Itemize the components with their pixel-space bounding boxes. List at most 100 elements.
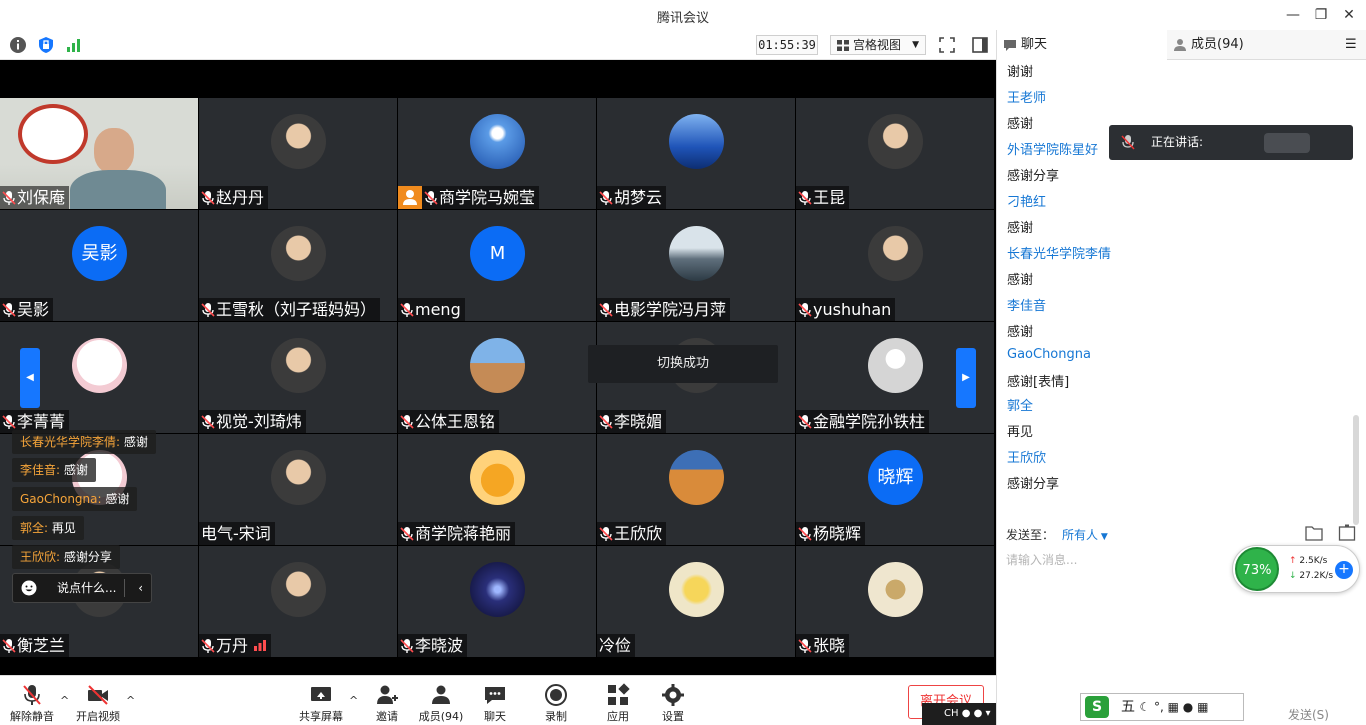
- participant-name-text: 冷俭: [599, 636, 632, 655]
- chat-message-text: 感谢分享: [1007, 477, 1060, 492]
- panel-tabs: 聊天 成员(94) ☰: [997, 30, 1366, 60]
- participant-tile[interactable]: 王昆: [796, 98, 994, 209]
- quick-chat-input[interactable]: 说点什么... ‹: [12, 573, 152, 603]
- send-to-target[interactable]: 所有人: [1062, 528, 1098, 542]
- sidebar-toggle-icon[interactable]: [971, 36, 989, 54]
- participant-tile[interactable]: 李晓波: [398, 546, 596, 657]
- participant-tile[interactable]: 胡梦云: [597, 98, 795, 209]
- video-label: 开启视频: [76, 710, 120, 723]
- bubble-sender: 长春光华学院李倩:: [20, 435, 121, 449]
- participant-tile[interactable]: 万丹: [199, 546, 397, 657]
- participant-name: yushuhan: [796, 298, 896, 321]
- ime-toolbar[interactable]: S 五 ☾ °, ▦ ● ▦: [1080, 693, 1244, 721]
- signal-strength-icon[interactable]: [65, 36, 83, 54]
- emoji-icon[interactable]: [21, 580, 37, 596]
- participant-tile[interactable]: 王雪秋（刘子瑶妈妈）: [199, 210, 397, 321]
- bubble-text: 感谢: [60, 463, 88, 477]
- network-monitor-widget[interactable]: 73% ↑ 2.5K/s ↓ 27.2K/s +: [1232, 545, 1360, 593]
- participant-tile[interactable]: 王欣欣: [597, 434, 795, 545]
- network-percent: 73%: [1235, 547, 1279, 591]
- record-button[interactable]: 录制: [526, 676, 586, 725]
- chat-sender-name[interactable]: 王老师: [1007, 87, 1046, 106]
- participant-tile[interactable]: 公体王恩铭: [398, 322, 596, 433]
- folder-icon[interactable]: [1305, 525, 1323, 541]
- participant-avatar: [271, 226, 326, 281]
- apps-button[interactable]: 应用: [588, 676, 648, 725]
- participant-tile[interactable]: 电气-宋词: [199, 434, 397, 545]
- chat-sender-name[interactable]: 李佳音: [1007, 295, 1046, 314]
- mic-muted-icon: [798, 415, 812, 429]
- chat-message-text: 感谢: [1007, 325, 1034, 340]
- tab-chat[interactable]: 聊天: [997, 30, 1167, 60]
- mic-muted-icon: [23, 685, 41, 705]
- invite-button[interactable]: 邀请: [357, 676, 417, 725]
- participant-tile[interactable]: 商学院蒋艳丽: [398, 434, 596, 545]
- view-mode-dropdown[interactable]: 宫格视图 ▼: [830, 35, 926, 55]
- ime-mode[interactable]: 五: [1121, 699, 1135, 715]
- participant-tile[interactable]: 冷俭: [597, 546, 795, 657]
- participant-name-text: 李晓波: [415, 636, 464, 655]
- info-icon[interactable]: [9, 36, 27, 54]
- minimize-icon[interactable]: —: [1284, 6, 1302, 24]
- next-page-button[interactable]: ▶: [956, 348, 976, 408]
- participant-tile[interactable]: Mmeng: [398, 210, 596, 321]
- participant-tile[interactable]: 张晓: [796, 546, 994, 657]
- fullscreen-icon[interactable]: [938, 36, 956, 54]
- share-screen-button[interactable]: 共享屏幕: [291, 676, 351, 725]
- participant-name: 王欣欣: [597, 522, 667, 545]
- speaking-indicator: 正在讲话:: [1109, 125, 1353, 160]
- camera-off-icon: [88, 685, 108, 705]
- mic-muted-icon: [424, 191, 438, 205]
- apps-label: 应用: [607, 710, 629, 723]
- members-button[interactable]: 成员(94): [411, 676, 471, 725]
- participant-tile[interactable]: 吴影 吴影: [0, 210, 198, 321]
- chat-sender-name[interactable]: 郭全: [1007, 395, 1033, 414]
- participant-avatar: [470, 338, 525, 393]
- chevron-down-icon: ▼: [912, 40, 919, 50]
- video-options-chevron[interactable]: ^: [126, 694, 135, 707]
- mic-muted-icon: [400, 303, 414, 317]
- chat-sender-name[interactable]: 刁艳红: [1007, 191, 1046, 210]
- invite-label: 邀请: [376, 710, 398, 723]
- chat-bubble: 长春光华学院李倩: 感谢: [12, 430, 156, 454]
- restore-icon[interactable]: ❐: [1312, 6, 1330, 24]
- close-icon[interactable]: ✕: [1340, 6, 1358, 24]
- chat-sender-name[interactable]: 王欣欣: [1007, 447, 1046, 466]
- participant-tile[interactable]: 晓辉 杨晓辉: [796, 434, 994, 545]
- settings-button[interactable]: 设置: [643, 676, 703, 725]
- participant-tile[interactable]: 刘保庵: [0, 98, 198, 209]
- bubble-sender: 郭全:: [20, 521, 49, 535]
- record-icon: [545, 684, 567, 706]
- participant-name-text: 公体王恩铭: [415, 412, 496, 431]
- input-language[interactable]: CH: [944, 708, 959, 719]
- announcement-icon[interactable]: [1338, 524, 1356, 542]
- unmute-button[interactable]: 解除静音: [2, 676, 62, 725]
- mic-muted-icon: [2, 639, 16, 653]
- collapse-icon[interactable]: ‹: [138, 574, 143, 602]
- panel-menu-icon[interactable]: ☰: [1337, 30, 1366, 60]
- plus-icon[interactable]: +: [1335, 561, 1353, 579]
- chat-sender-name[interactable]: 长春光华学院李倩: [1007, 243, 1111, 262]
- start-video-button[interactable]: 开启视频: [68, 676, 128, 725]
- security-shield-icon[interactable]: [37, 36, 55, 54]
- participant-tile[interactable]: yushuhan: [796, 210, 994, 321]
- mic-muted-icon: [400, 639, 414, 653]
- mic-muted-icon: [599, 415, 613, 429]
- participant-tile[interactable]: 电影学院冯月萍: [597, 210, 795, 321]
- participant-tile[interactable]: 商学院马婉莹: [398, 98, 596, 209]
- send-to-selector[interactable]: 发送至： 所有人 ▼: [1006, 526, 1108, 543]
- participant-name-text: meng: [415, 300, 461, 319]
- tab-members[interactable]: 成员(94): [1167, 30, 1337, 60]
- participant-tile[interactable]: 赵丹丹: [199, 98, 397, 209]
- participant-tile[interactable]: 视觉-刘琦炜: [199, 322, 397, 433]
- participant-avatar: [271, 114, 326, 169]
- apps-icon: [608, 683, 630, 705]
- chat-sender-name[interactable]: 外语学院陈星好: [1007, 139, 1098, 158]
- settings-label: 设置: [662, 710, 684, 723]
- send-button[interactable]: 发送(S): [1288, 706, 1329, 723]
- chat-scrollbar[interactable]: [1353, 415, 1359, 525]
- chat-sender-name[interactable]: GaoChongna: [1007, 347, 1091, 362]
- chat-input[interactable]: 请输入消息...: [1006, 551, 1077, 568]
- prev-page-button[interactable]: ◀: [20, 348, 40, 408]
- chat-button[interactable]: 聊天: [465, 676, 525, 725]
